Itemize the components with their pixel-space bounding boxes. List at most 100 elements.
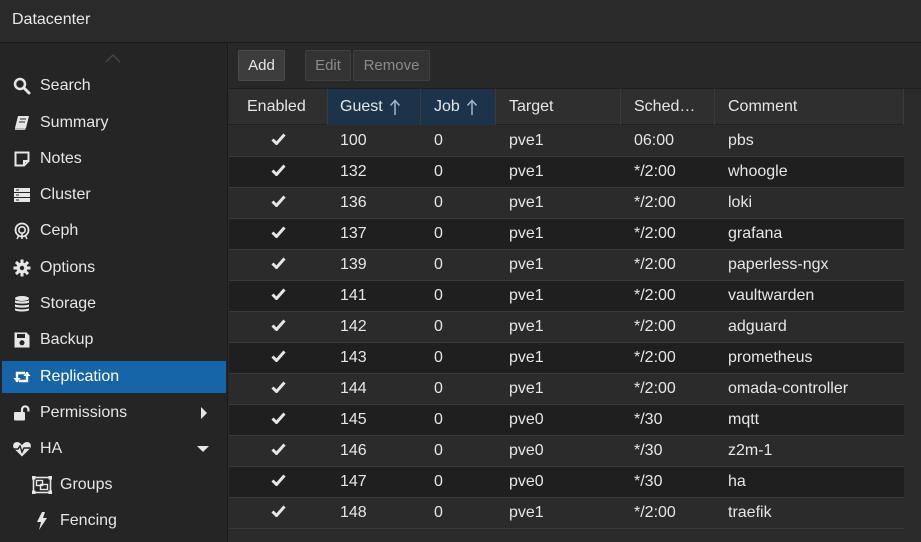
scroll-up-icon[interactable] (105, 53, 121, 63)
sidebar-item-groups[interactable]: Groups (2, 469, 226, 501)
target-cell: pve1 (509, 225, 544, 242)
comment-cell: omada-controller (728, 380, 849, 397)
sidebar-item-storage[interactable]: Storage (2, 288, 226, 320)
table-row[interactable]: 139 0 pve1 */2:00 paperless-ngx (229, 250, 921, 281)
column-header-label: Job (434, 98, 460, 115)
table-row[interactable]: 144 0 pve1 */2:00 omada-controller (229, 374, 921, 405)
checkmark-icon (271, 132, 286, 150)
sidebar-item-replication[interactable]: Replication (2, 361, 226, 393)
server-icon (12, 185, 32, 205)
column-header-job[interactable]: Job (421, 89, 496, 125)
enabled-cell (229, 312, 328, 342)
sidebar-item-options[interactable]: Options (2, 252, 226, 284)
checkmark-icon (271, 442, 286, 460)
job-cell: 0 (434, 132, 443, 149)
enabled-cell (229, 343, 328, 373)
target-cell: pve1 (509, 504, 544, 521)
sidebar-item-ha[interactable]: HA (2, 433, 226, 465)
comment-cell: z2m-1 (728, 442, 773, 459)
column-header-label: Sched… (634, 98, 696, 115)
sidebar-item-permissions[interactable]: Permissions (2, 397, 226, 429)
enabled-cell (229, 219, 328, 249)
schedule-cell: */2:00 (634, 256, 676, 273)
edit-button[interactable]: Edit (305, 50, 351, 81)
comment-cell: traefik (728, 504, 772, 521)
database-icon (12, 294, 32, 314)
schedule-cell: */30 (634, 411, 663, 428)
enabled-cell (229, 250, 328, 280)
sidebar-item-label: Ceph (40, 222, 79, 239)
table-row[interactable]: 137 0 pve1 */2:00 grafana (229, 219, 921, 250)
replication-panel: Add Edit Remove Enabled Guest Job Target… (229, 43, 921, 542)
job-cell: 0 (434, 349, 443, 366)
sidebar-item-label: Groups (60, 476, 113, 493)
checkmark-icon (271, 380, 286, 398)
enabled-cell (229, 436, 328, 466)
schedule-cell: */30 (634, 473, 663, 490)
job-cell: 0 (434, 442, 443, 459)
table-row[interactable]: 100 0 pve1 06:00 pbs (229, 126, 921, 157)
schedule-cell: */2:00 (634, 504, 676, 521)
schedule-cell: */2:00 (634, 318, 676, 335)
table-row[interactable]: 136 0 pve1 */2:00 loki (229, 188, 921, 219)
job-cell: 0 (434, 318, 443, 335)
replication-table: 100 0 pve1 06:00 pbs 132 0 pve1 */2:00 whoogle 136… (229, 126, 921, 529)
column-header-comment[interactable]: Comment (715, 89, 904, 125)
column-header-schedule[interactable]: Sched… (621, 89, 715, 125)
schedule-cell: 06:00 (634, 132, 675, 149)
job-cell: 0 (434, 287, 443, 304)
table-row[interactable]: 145 0 pve0 */30 mqtt (229, 405, 921, 436)
sidebar-item-label: Storage (40, 295, 97, 312)
sidebar-item-notes[interactable]: Notes (2, 143, 226, 175)
table-row[interactable]: 148 0 pve1 */2:00 traefik (229, 498, 921, 529)
column-header-target[interactable]: Target (496, 89, 621, 125)
sidebar-item-backup[interactable]: Backup (2, 324, 226, 356)
guest-cell: 143 (340, 349, 367, 366)
enabled-cell (229, 498, 328, 528)
table-row[interactable]: 143 0 pve1 */2:00 prometheus (229, 343, 921, 374)
chevron-down-icon[interactable] (196, 445, 210, 453)
column-header-label: Target (509, 98, 554, 115)
table-row[interactable]: 142 0 pve1 */2:00 adguard (229, 312, 921, 343)
heartbeat-icon (12, 439, 32, 459)
sidebar-item-search[interactable]: Search (2, 70, 226, 102)
target-cell: pve1 (509, 287, 544, 304)
comment-cell: ha (728, 473, 746, 490)
target-cell: pve1 (509, 163, 544, 180)
table-row[interactable]: 147 0 pve0 */30 ha (229, 467, 921, 498)
column-header-label: Guest (340, 98, 383, 115)
table-row[interactable]: 146 0 pve0 */30 z2m-1 (229, 436, 921, 467)
sidebar-item-label: Backup (40, 331, 94, 348)
remove-button[interactable]: Remove (353, 50, 430, 81)
sidebar-item-label: Search (40, 77, 91, 94)
sort-ascending-icon (466, 98, 478, 116)
sidebar-item-summary[interactable]: Summary (2, 107, 226, 139)
sidebar-item-cluster[interactable]: Cluster (2, 179, 226, 211)
guest-cell: 144 (340, 380, 367, 397)
sort-ascending-icon (389, 98, 401, 116)
table-row[interactable]: 132 0 pve1 */2:00 whoogle (229, 157, 921, 188)
sidebar-item-fencing[interactable]: Fencing (2, 505, 226, 537)
sidebar-item-label: Summary (40, 114, 109, 131)
sidebar-item-ceph[interactable]: Ceph (2, 215, 226, 247)
guest-cell: 100 (340, 132, 367, 149)
checkmark-icon (271, 349, 286, 367)
add-button[interactable]: Add (238, 50, 285, 81)
expand-right-icon[interactable] (200, 406, 208, 420)
target-cell: pve1 (509, 349, 544, 366)
column-header-enabled[interactable]: Enabled (229, 89, 328, 125)
target-cell: pve1 (509, 380, 544, 397)
scrollbar[interactable] (904, 89, 921, 542)
table-row[interactable]: 141 0 pve1 */2:00 vaultwarden (229, 281, 921, 312)
schedule-cell: */2:00 (634, 163, 676, 180)
enabled-cell (229, 374, 328, 404)
enabled-cell (229, 157, 328, 187)
sidebar-item-label: Cluster (40, 186, 91, 203)
schedule-cell: */2:00 (634, 194, 676, 211)
checkmark-icon (271, 411, 286, 429)
column-header-guest[interactable]: Guest (328, 89, 421, 125)
job-cell: 0 (434, 504, 443, 521)
checkmark-icon (271, 287, 286, 305)
column-header-label: Enabled (247, 98, 306, 115)
checkmark-icon (271, 318, 286, 336)
